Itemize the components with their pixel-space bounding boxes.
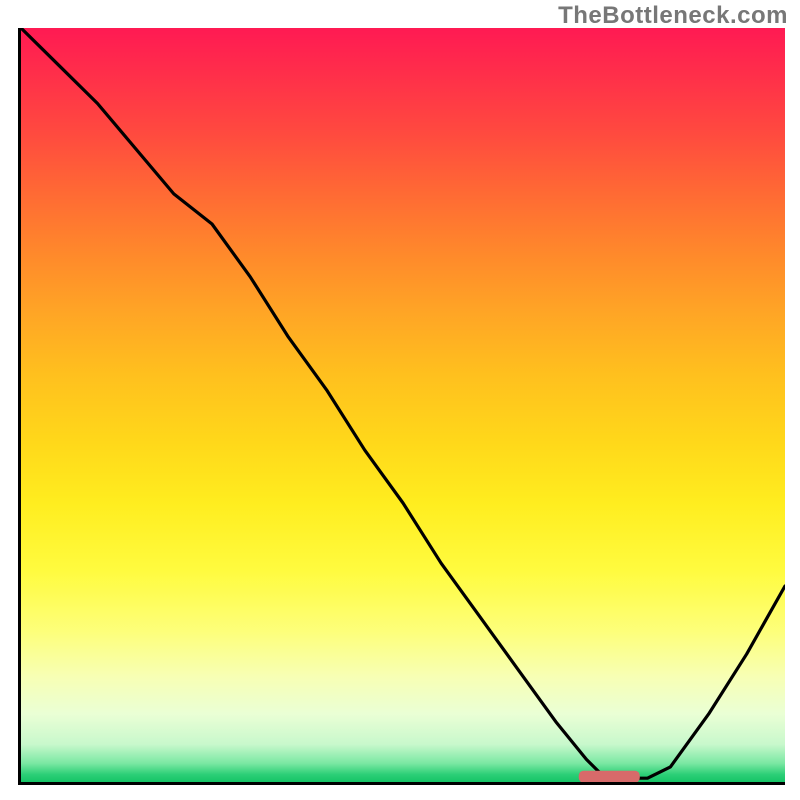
watermark-text: TheBottleneck.com <box>558 2 788 30</box>
optimum-marker <box>579 771 640 782</box>
curve-layer <box>21 28 785 782</box>
plot-area <box>18 28 785 785</box>
chart-root: TheBottleneck.com <box>0 0 800 800</box>
bottleneck-curve <box>21 28 785 778</box>
